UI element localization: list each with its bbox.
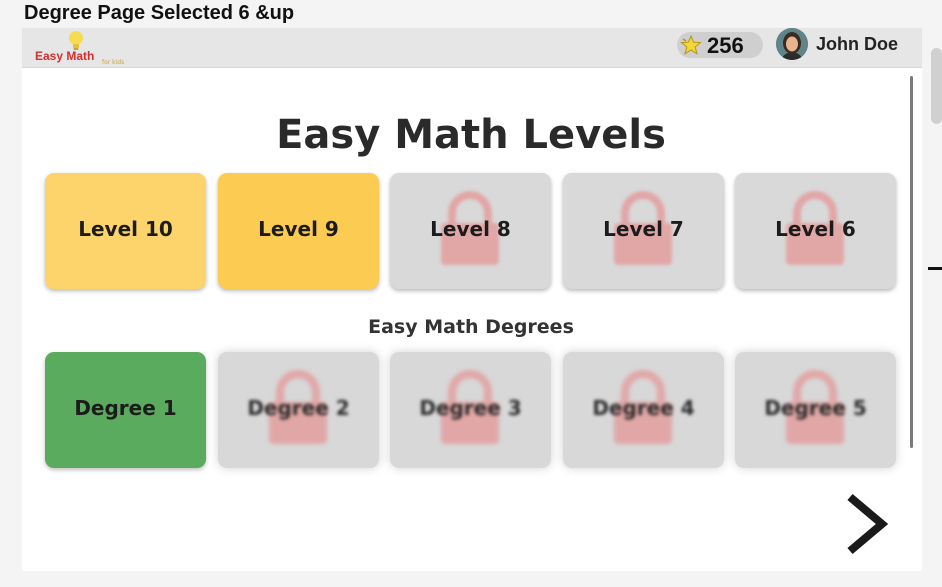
level-tile-10[interactable]: Level 10 (45, 173, 206, 289)
content-scrollbar[interactable] (910, 76, 913, 448)
level-label: Level 9 (258, 217, 339, 241)
star-icon (680, 35, 702, 55)
level-label: Level 8 (430, 217, 511, 241)
top-bar: Easy Math for kids 256 John Doe (22, 28, 922, 68)
level-label: Level 6 (775, 217, 856, 241)
degree-label: Degree 4 (592, 396, 695, 420)
app-logo[interactable]: Easy Math for kids (32, 30, 142, 66)
app-window: Easy Math for kids 256 John Doe Easy Mat… (22, 28, 922, 571)
degree-label: Degree 5 (764, 396, 867, 420)
side-marker (928, 267, 942, 270)
level-tile-6[interactable]: Level 6 (735, 173, 896, 289)
degree-tile-4[interactable]: Degree 4 (563, 352, 724, 468)
degree-label: Degree 2 (247, 396, 350, 420)
degree-label: Degree 1 (74, 396, 177, 420)
user-avatar-icon (776, 28, 808, 60)
level-tile-7[interactable]: Level 7 (563, 173, 724, 289)
points-value: 256 (707, 33, 744, 58)
level-tile-9[interactable]: Level 9 (218, 173, 379, 289)
page-caption: Degree Page Selected 6 &up (24, 2, 295, 24)
chevron-right-icon[interactable] (842, 493, 892, 555)
degrees-heading: Easy Math Degrees (368, 316, 574, 338)
degree-tile-5[interactable]: Degree 5 (735, 352, 896, 468)
degree-tile-2[interactable]: Degree 2 (218, 352, 379, 468)
level-label: Level 10 (78, 217, 173, 241)
points-badge: 256 (677, 32, 763, 58)
degree-tile-3[interactable]: Degree 3 (390, 352, 551, 468)
user-name[interactable]: John Doe (816, 34, 898, 55)
logo-tagline: for kids (102, 59, 125, 66)
logo-text: Easy Math (35, 49, 95, 63)
avatar[interactable] (776, 28, 808, 60)
window-scrollbar-thumb[interactable] (931, 48, 942, 124)
level-label: Level 7 (603, 217, 684, 241)
degree-tile-1[interactable]: Degree 1 (45, 352, 206, 468)
level-tile-8[interactable]: Level 8 (390, 173, 551, 289)
page-title: Easy Math Levels (276, 112, 666, 158)
degree-label: Degree 3 (419, 396, 522, 420)
